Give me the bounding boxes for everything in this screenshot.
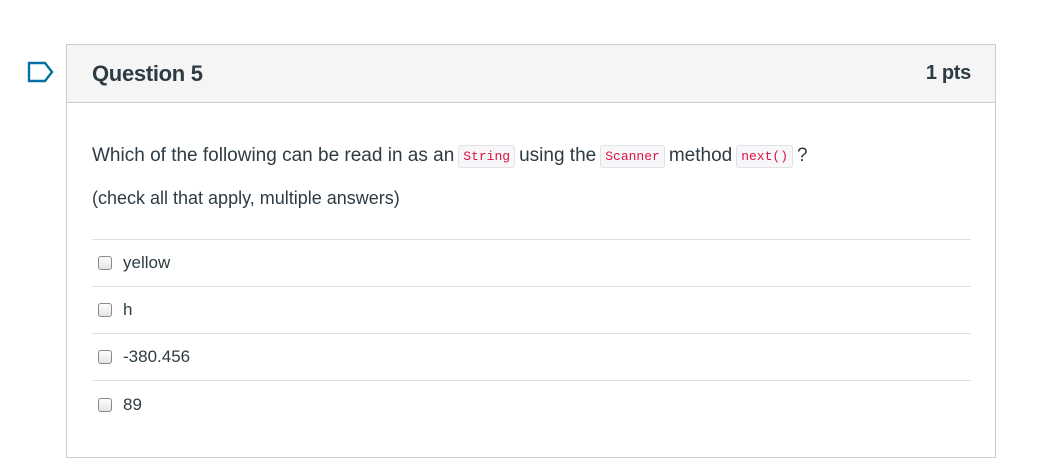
answer-label[interactable]: yellow (123, 253, 170, 273)
question-card: Question 5 1 pts Which of the following … (66, 44, 996, 458)
question-title: Question 5 (92, 60, 203, 86)
answer-option[interactable]: -380.456 (92, 334, 971, 381)
answer-checkbox[interactable] (98, 350, 112, 364)
answer-checkbox[interactable] (98, 397, 112, 412)
answer-label[interactable]: h (123, 300, 132, 320)
question-text-part: using the (519, 145, 597, 166)
answer-list: yellow h -380.456 89 (92, 239, 971, 428)
question-text: Which of the following can be read in as… (92, 143, 971, 169)
code-string: String (458, 144, 516, 168)
question-body: Which of the following can be read in as… (67, 143, 995, 428)
flag-question-icon[interactable] (27, 61, 55, 83)
answer-option[interactable]: h (92, 287, 971, 334)
question-header: Question 5 1 pts (67, 45, 995, 103)
question-text-part: ? (797, 145, 808, 166)
answer-checkbox[interactable] (98, 256, 112, 270)
answer-option[interactable]: 89 (92, 381, 971, 428)
question-text-part: Which of the following can be read in as… (92, 145, 455, 166)
answer-label[interactable]: 89 (123, 395, 142, 415)
question-points: 1 pts (925, 62, 971, 84)
answer-checkbox[interactable] (98, 303, 112, 317)
code-next-method: next() (736, 144, 794, 168)
answer-option[interactable]: yellow (92, 240, 971, 287)
question-hint: (check all that apply, multiple answers) (92, 188, 400, 208)
question-text-part: method (668, 145, 733, 166)
answer-label[interactable]: -380.456 (123, 347, 190, 367)
code-scanner: Scanner (600, 144, 665, 168)
